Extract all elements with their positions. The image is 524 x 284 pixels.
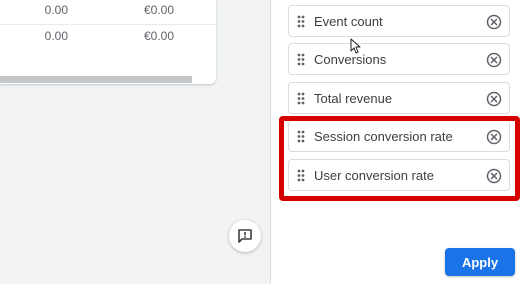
metric-chip-label: Total revenue bbox=[314, 91, 393, 106]
horizontal-scrollbar[interactable] bbox=[0, 76, 192, 83]
table-cell-currency: €0.00 bbox=[143, 3, 174, 17]
row-divider bbox=[0, 24, 216, 25]
drag-handle-icon[interactable] bbox=[297, 53, 305, 66]
metric-chip-total-revenue[interactable]: Total revenue bbox=[288, 82, 510, 114]
apply-button[interactable]: Apply bbox=[445, 248, 515, 276]
metric-chip-label: Conversions bbox=[314, 52, 387, 67]
remove-circle-icon[interactable] bbox=[486, 14, 502, 30]
table-row: 0.00 €0.00 bbox=[0, 0, 216, 26]
table-cell-currency: €0.00 bbox=[143, 29, 174, 43]
drag-handle-icon[interactable] bbox=[297, 15, 305, 28]
metric-chip-conversions[interactable]: Conversions bbox=[288, 43, 510, 75]
drag-handle-icon[interactable] bbox=[297, 92, 305, 105]
panel-divider bbox=[270, 0, 271, 284]
table-cell-value: 0.00 bbox=[44, 29, 68, 43]
remove-circle-icon[interactable] bbox=[486, 52, 502, 68]
table-cell-value: 0.00 bbox=[44, 3, 68, 17]
feedback-icon bbox=[238, 229, 252, 243]
table-row: 0.00 €0.00 bbox=[0, 26, 216, 52]
report-table: 0.00 €0.00 0.00 €0.00 bbox=[0, 0, 216, 84]
metric-chip-event-count[interactable]: Event count bbox=[288, 5, 510, 37]
highlight-annotation bbox=[279, 116, 520, 201]
metric-chip-label: Event count bbox=[314, 14, 383, 29]
remove-circle-icon[interactable] bbox=[486, 91, 502, 107]
feedback-button[interactable] bbox=[229, 220, 261, 252]
mouse-cursor bbox=[350, 38, 361, 54]
